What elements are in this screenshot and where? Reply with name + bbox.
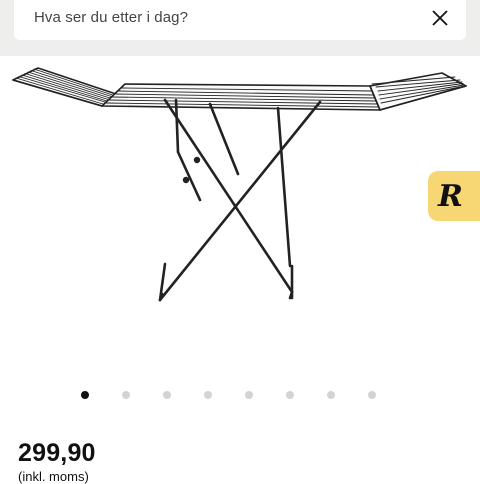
price-vat-note: (inkl. moms) — [18, 469, 89, 484]
carousel-dot-3[interactable] — [163, 391, 171, 399]
r-logo-icon: R — [438, 178, 463, 214]
carousel-dot-1[interactable] — [81, 391, 89, 399]
product-price: 299,90 — [18, 439, 96, 467]
search-input[interactable]: Hva ser du etter i dag? — [34, 9, 188, 26]
carousel-dot-5[interactable] — [245, 391, 253, 399]
carousel-dots — [0, 389, 480, 401]
carousel-dot-2[interactable] — [122, 391, 130, 399]
carousel-dot-7[interactable] — [327, 391, 335, 399]
close-icon[interactable] — [428, 6, 452, 30]
search-bar[interactable]: Hva ser du etter i dag? — [14, 0, 466, 40]
carousel-dot-8[interactable] — [368, 391, 376, 399]
carousel-dot-6[interactable] — [286, 391, 294, 399]
carousel-dot-4[interactable] — [204, 391, 212, 399]
product-image[interactable] — [0, 56, 480, 356]
r-badge-button[interactable]: R — [428, 171, 480, 221]
